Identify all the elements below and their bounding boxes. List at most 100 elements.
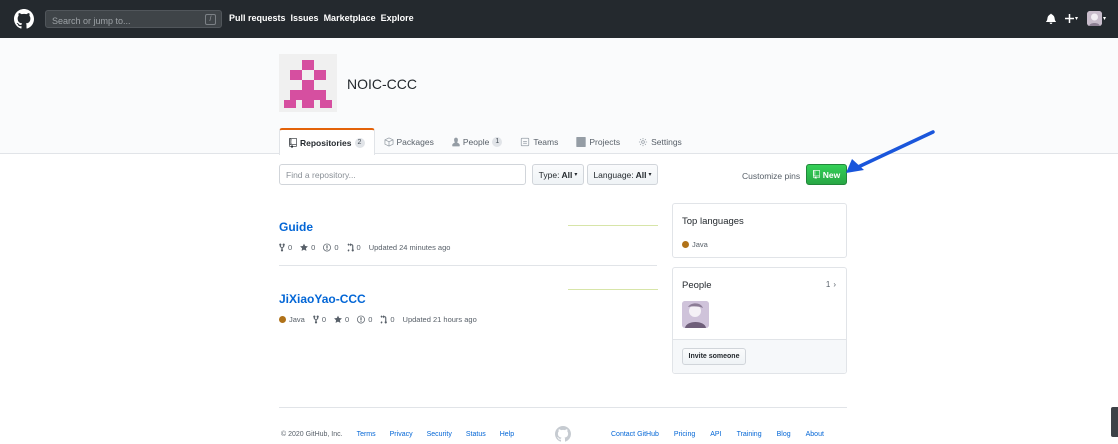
language-color-dot <box>682 241 689 248</box>
repo-meta: 0 0 0 0 Updated 24 minutes ago <box>279 243 450 252</box>
people-count: 1 <box>825 280 831 289</box>
type-filter-dropdown[interactable]: Type: All ▾ <box>532 164 584 185</box>
fork-icon <box>313 315 319 324</box>
create-new-menu[interactable]: ▾ <box>1064 14 1078 23</box>
issue-icon <box>323 243 332 252</box>
edge-side-widget[interactable] <box>1111 407 1118 437</box>
footer-link-training[interactable]: Training <box>737 431 762 438</box>
nav-pull-requests[interactable]: Pull requests <box>229 13 286 23</box>
language-filter-label: Language: <box>593 169 634 180</box>
project-icon <box>576 136 587 147</box>
people-title: People <box>682 280 712 291</box>
pull-request-icon <box>347 243 354 252</box>
footer-link-contact[interactable]: Contact GitHub <box>611 431 659 438</box>
tab-projects[interactable]: Projects <box>567 128 629 155</box>
chevron-right-icon: › <box>833 280 836 289</box>
repo-forks[interactable]: 0 <box>313 315 326 324</box>
pull-count: 0 <box>390 315 395 324</box>
org-avatar[interactable] <box>279 54 337 112</box>
top-languages-box: Top languages Java <box>672 203 847 258</box>
nav-explore[interactable]: Explore <box>381 13 414 23</box>
footer-link-help[interactable]: Help <box>500 431 514 438</box>
tab-label: Repositories <box>300 137 352 148</box>
repo-icon <box>812 170 820 179</box>
github-logo-icon[interactable] <box>14 9 34 29</box>
arrow-annotation-icon <box>846 130 935 173</box>
repo-pulls[interactable]: 0 <box>380 315 395 324</box>
repo-icon <box>289 137 297 148</box>
top-language-item[interactable]: Java <box>682 240 708 249</box>
user-menu[interactable]: ▾ <box>1086 11 1106 26</box>
pull-request-icon <box>381 315 388 324</box>
identicon-icon <box>279 54 337 112</box>
pull-count: 0 <box>356 243 361 252</box>
people-count-link[interactable]: 1 › <box>826 280 836 289</box>
user-avatar-image-icon <box>1086 11 1102 26</box>
repo-language: Java <box>279 315 305 324</box>
type-filter-value: All <box>561 169 573 180</box>
tab-settings[interactable]: Settings <box>629 128 691 155</box>
search-input[interactable] <box>46 13 196 29</box>
footer-link-status[interactable]: Status <box>466 431 486 438</box>
tab-teams[interactable]: Teams <box>511 128 567 155</box>
header-actions: ▾ ▾ <box>1046 11 1106 26</box>
people-box: People 1 › Invite someone <box>672 267 847 374</box>
repo-updated: Updated 24 minutes ago <box>368 243 451 252</box>
chevron-down-icon: ▾ <box>648 172 652 178</box>
tab-label: Settings <box>651 136 682 147</box>
customize-pins-link[interactable]: Customize pins <box>742 171 800 181</box>
repo-stars[interactable]: 0 <box>300 243 315 252</box>
slash-shortcut-hint: / <box>205 14 216 25</box>
language-label: Java <box>692 240 708 249</box>
repo-name-link[interactable]: Guide <box>279 220 313 234</box>
plus-icon <box>1064 14 1074 23</box>
tab-label: Projects <box>589 136 621 147</box>
member-avatar[interactable] <box>682 301 709 328</box>
people-box-footer: Invite someone <box>673 339 846 373</box>
issue-count: 0 <box>368 315 373 324</box>
tab-label: Teams <box>533 136 559 147</box>
repo-issues[interactable]: 0 <box>357 315 372 324</box>
footer-link-api[interactable]: API <box>710 431 721 438</box>
issue-count: 0 <box>334 243 339 252</box>
star-icon <box>300 243 309 251</box>
language-filter-dropdown[interactable]: Language: All ▾ <box>587 164 658 185</box>
team-icon <box>521 137 530 146</box>
repo-updated: Updated 21 hours ago <box>402 315 477 324</box>
github-mark-icon[interactable] <box>555 426 571 442</box>
repo-stars[interactable]: 0 <box>334 315 349 324</box>
global-nav: Pull requests Issues Marketplace Explore <box>229 13 414 23</box>
tab-repositories[interactable]: Repositories 2 <box>279 128 375 155</box>
nav-issues[interactable]: Issues <box>291 13 319 23</box>
activity-sparkline <box>568 289 658 290</box>
footer-link-terms[interactable]: Terms <box>357 431 376 438</box>
repo-name-link[interactable]: JiXiaoYao-CCC <box>279 292 366 306</box>
footer-link-privacy[interactable]: Privacy <box>390 431 413 438</box>
footer-link-pricing[interactable]: Pricing <box>674 431 695 438</box>
top-languages-title: Top languages <box>682 216 744 227</box>
bell-icon[interactable] <box>1046 13 1056 24</box>
repo-forks[interactable]: 0 <box>279 243 292 252</box>
global-search[interactable]: / <box>45 10 222 29</box>
repo-list-item: JiXiaoYao-CCC Java 0 0 0 0 Updated 21 ho… <box>279 282 658 330</box>
invite-someone-button[interactable]: Invite someone <box>682 348 746 365</box>
tab-packages[interactable]: Packages <box>375 128 443 155</box>
repo-issues[interactable]: 0 <box>323 243 339 252</box>
footer-link-blog[interactable]: Blog <box>777 431 791 438</box>
tab-label: People <box>462 136 490 147</box>
org-tabs: Repositories 2 Packages People 1 Teams P… <box>279 128 691 155</box>
nav-marketplace[interactable]: Marketplace <box>324 13 376 23</box>
footer-link-about[interactable]: About <box>806 431 824 438</box>
footer-link-security[interactable]: Security <box>427 431 452 438</box>
tab-people[interactable]: People 1 <box>443 128 511 155</box>
type-filter-label: Type: <box>538 169 560 180</box>
find-repository-input[interactable] <box>279 164 526 185</box>
activity-sparkline <box>568 225 658 226</box>
fork-icon <box>279 243 285 252</box>
global-header: / Pull requests Issues Marketplace Explo… <box>0 0 1118 38</box>
footer-right-links: Contact GitHub Pricing API Training Blog… <box>611 431 824 438</box>
footer-left-links: © 2020 GitHub, Inc. Terms Privacy Securi… <box>281 431 514 438</box>
people-count-badge: 1 <box>492 136 503 147</box>
repo-pulls[interactable]: 0 <box>347 243 361 252</box>
repo-count-badge: 2 <box>354 137 365 148</box>
